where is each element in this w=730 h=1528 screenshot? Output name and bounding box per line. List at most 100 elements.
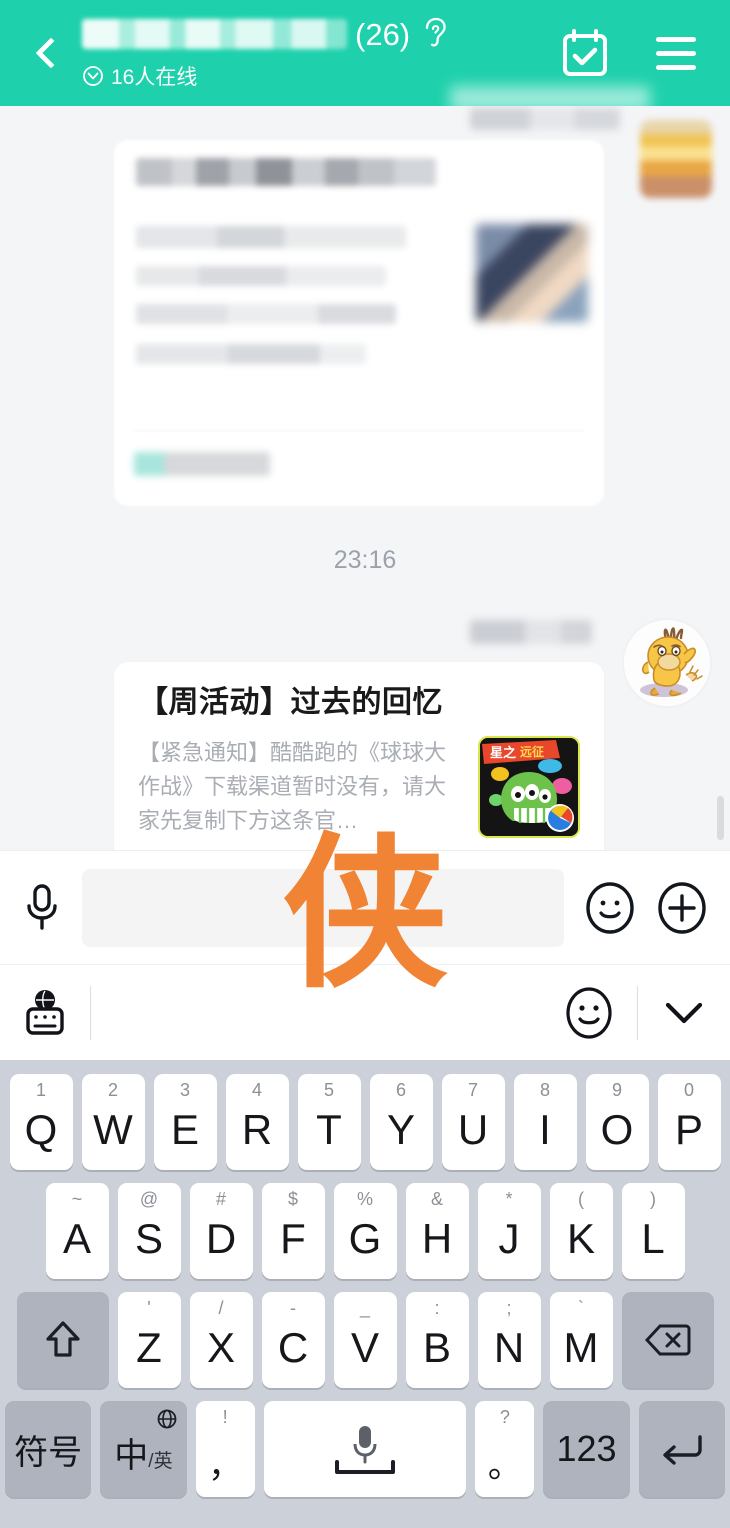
key-f[interactable]: $ F [261,1183,325,1279]
key-hint: / [218,1298,224,1318]
svg-text:远征: 远征 [520,744,544,759]
key-label: D [205,1215,237,1262]
space-key[interactable] [263,1401,467,1497]
key-n[interactable]: ; N [477,1292,541,1388]
share-card-title: 【周活动】过去的回忆 [138,686,443,719]
key-hint: - [290,1298,296,1318]
numbers-key[interactable]: 123 [543,1401,630,1497]
key-z[interactable]: ' Z [117,1292,181,1388]
key-c[interactable]: -C [261,1292,325,1388]
key-hint: 2 [107,1080,118,1100]
sender-avatar-blurred[interactable] [640,120,712,198]
plus-circle-icon[interactable] [656,881,708,934]
avatar[interactable] [622,618,712,708]
key-e[interactable]: 3E [153,1074,217,1170]
key-label: 。 [487,1446,522,1485]
redacted-source-label [134,452,270,476]
hamburger-line [656,50,696,56]
member-count: (26) [355,17,411,52]
key-hint: * [505,1189,513,1209]
period-key[interactable]: ? 。 [475,1401,535,1497]
key-j[interactable]: * J [477,1183,541,1279]
key-g[interactable]: % G [333,1183,397,1279]
key-a[interactable]: ~ A [45,1183,109,1279]
key-w[interactable]: 2W [81,1074,145,1170]
key-s[interactable]: @ S [117,1183,181,1279]
key-label: U [457,1106,489,1153]
key-d[interactable]: # D [189,1183,253,1279]
svg-text:星之: 星之 [490,745,516,761]
key-r[interactable]: 4R [225,1074,289,1170]
key-q[interactable]: 1Q [9,1074,73,1170]
virtual-keyboard: 1Q 2W 3E 4R 5T 6Y 7U 8I 9O 0P ~ A @ S # D $… [0,1060,730,1528]
key-t[interactable]: 5T [297,1074,361,1170]
key-p[interactable]: 0P [657,1074,721,1170]
online-count-label: 16人在线 [111,66,198,89]
emoji-smiley-icon[interactable] [584,881,636,934]
message-bubble-redacted[interactable] [114,140,604,506]
redacted-line [136,344,366,364]
keyboard-row-4: 符号 中 /英 ! ， ? 。 123 [5,1401,725,1497]
symbols-key[interactable]: 符号 [5,1401,92,1497]
backspace-key[interactable] [621,1292,714,1388]
key-o[interactable]: 9O [585,1074,649,1170]
key-label: R [241,1106,273,1153]
calendar-check-icon[interactable] [562,29,608,77]
key-label: I [539,1106,551,1153]
key-hint: & [430,1189,443,1209]
redacted-line [136,304,396,324]
key-label: E [170,1106,199,1153]
chat-scrollbar[interactable] [717,796,724,840]
key-y[interactable]: 6Y [369,1074,433,1170]
key-sublabel: /英 [148,1450,173,1472]
key-hint: ? [499,1407,510,1427]
chat-message-list[interactable]: 23:16 【周活动】过去的回忆 【紧急通知】酷酷跑的《球球大作战》下载渠道暂时… [0,106,730,850]
keyboard-row-3: ' Z / X -C _ V :B ; N ` M [5,1292,725,1388]
hamburger-menu-icon[interactable] [656,36,696,70]
microphone-icon[interactable] [22,882,62,934]
key-v[interactable]: _ V [333,1292,397,1388]
psyduck-avatar-icon [624,620,710,706]
key-l[interactable]: ) L [621,1183,685,1279]
keyboard-row-2: ~ A @ S # D $ F % G & H * J (K ) L [5,1183,725,1279]
key-k[interactable]: (K [549,1183,613,1279]
key-hint: 1 [35,1080,46,1100]
chevron-down-icon[interactable] [660,997,708,1029]
key-hint: 6 [395,1080,406,1100]
online-status-icon [82,65,104,87]
timestamp-separator: 23:16 [333,546,397,574]
key-i[interactable]: 8I [513,1074,577,1170]
candidate-divider [90,985,91,1040]
globe-keyboard-icon[interactable] [22,987,68,1039]
key-x[interactable]: / X [189,1292,253,1388]
key-label: N [493,1324,525,1371]
key-label: ， [208,1446,243,1485]
comma-key[interactable]: ! ， [195,1401,255,1497]
key-label: A [62,1215,91,1262]
key-hint: 5 [323,1080,334,1100]
shift-icon [43,1318,83,1362]
key-label: Z [136,1324,162,1371]
key-u[interactable]: 7U [441,1074,505,1170]
key-label: P [674,1106,703,1153]
group-title-row: (26) [82,15,562,53]
share-card-message[interactable]: 【周活动】过去的回忆 【紧急通知】酷酷跑的《球球大作战》下载渠道暂时没有，请大家… [114,662,604,850]
emoji-smiley-icon[interactable] [563,985,615,1041]
shift-key[interactable] [16,1292,109,1388]
key-hint: ~ [71,1189,83,1209]
redacted-line [136,158,436,186]
message-input-field[interactable] [82,868,564,947]
header-title-block[interactable]: (26) 16人在线 [82,15,562,91]
key-hint: 4 [251,1080,262,1100]
enter-key[interactable] [638,1401,725,1497]
key-label: M [563,1324,599,1371]
back-button[interactable] [24,23,78,83]
hamburger-line [656,64,696,70]
key-b[interactable]: :B [405,1292,469,1388]
ime-candidate-bar [0,964,730,1060]
key-hint: _ [359,1298,370,1318]
key-m[interactable]: ` M [549,1292,613,1388]
key-h[interactable]: & H [405,1183,469,1279]
key-label: C [277,1324,309,1371]
language-toggle-key[interactable]: 中 /英 [100,1401,187,1497]
